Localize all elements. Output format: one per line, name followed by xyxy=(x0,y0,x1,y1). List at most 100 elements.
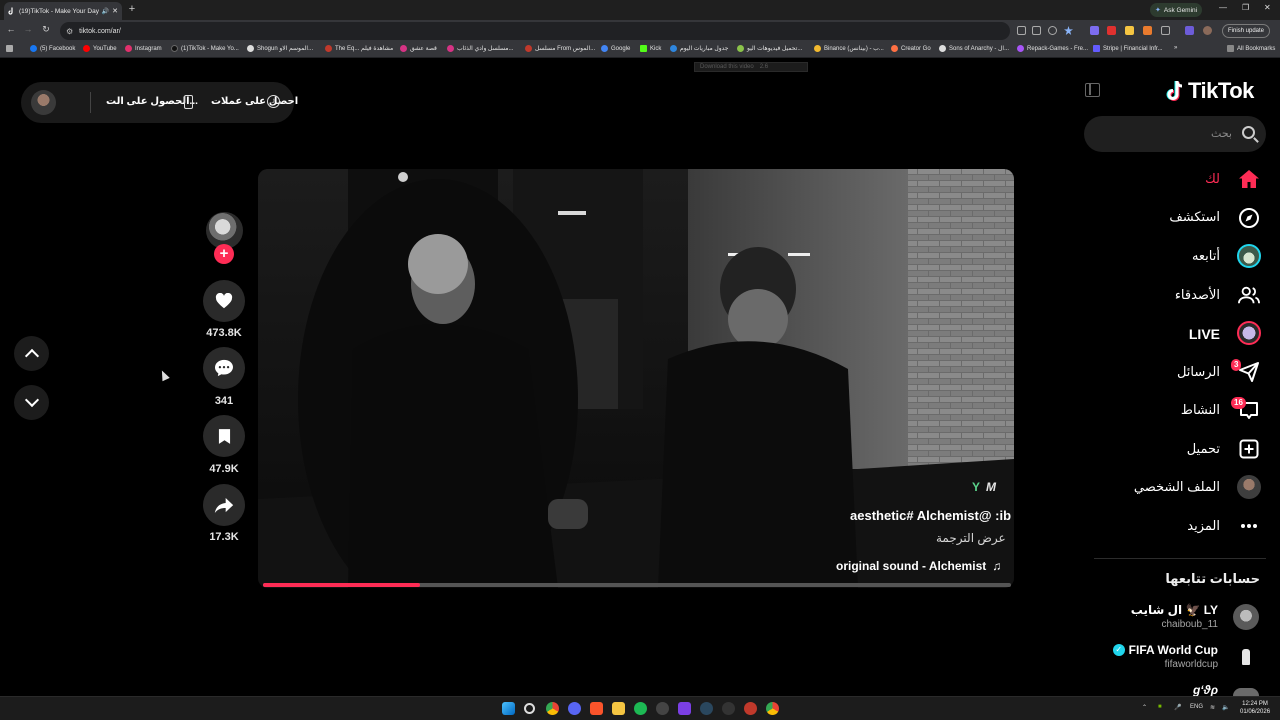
nav-more[interactable]: المزيد xyxy=(1187,518,1220,534)
app-icon-xbox[interactable] xyxy=(722,702,735,715)
bookmark-wadi[interactable]: مسلسل وادي الذئاب... xyxy=(447,45,514,52)
app-icon-record[interactable] xyxy=(744,702,757,715)
nav-friends[interactable]: الأصدقاء xyxy=(1175,287,1220,303)
audio-icon[interactable]: 🔊 xyxy=(102,8,109,15)
search-icon[interactable] xyxy=(1242,126,1255,139)
browser-tab[interactable]: (19)TikTok - Make Your Day 🔊 ✕ xyxy=(4,2,122,20)
more-icon[interactable] xyxy=(1237,514,1261,538)
see-translation-link[interactable]: عرض الترجمة xyxy=(936,531,1006,545)
bookmark-shogun[interactable]: Shogun الموسم الاو... xyxy=(247,45,313,52)
bookmark-tiktok[interactable]: (1)TikTok - Make Yo... xyxy=(171,45,239,52)
bookmark-repack-games[interactable]: Repack-Games - Fre... xyxy=(1017,45,1088,52)
cast-icon[interactable] xyxy=(1032,26,1041,35)
file-explorer-icon[interactable] xyxy=(612,702,625,715)
brave-icon[interactable] xyxy=(590,702,603,715)
tray-language[interactable]: ENG xyxy=(1190,704,1203,710)
bookmark-eshq[interactable]: قصة عشق xyxy=(400,45,437,52)
home-icon[interactable] xyxy=(1237,167,1261,191)
bookmark-matches[interactable]: جدول مباريات اليوم xyxy=(670,45,728,52)
new-tab-button[interactable]: + xyxy=(126,3,138,15)
live-icon[interactable] xyxy=(1237,321,1261,345)
spotify-icon[interactable] xyxy=(634,702,647,715)
address-bar[interactable]: ⚙ tiktok.com/ar/ xyxy=(60,22,1010,40)
following-avatar-icon[interactable] xyxy=(1237,244,1261,268)
bookmark-youtube[interactable]: YouTube xyxy=(83,45,117,52)
extension-5-icon[interactable] xyxy=(1185,26,1194,35)
account-avatar[interactable] xyxy=(1233,604,1259,630)
tray-nvidia-icon[interactable]: ■ xyxy=(1158,704,1162,710)
extensions-puzzle-icon[interactable] xyxy=(1161,26,1170,35)
site-settings-icon[interactable]: ⚙ xyxy=(66,27,73,36)
sidebar-collapse-icon[interactable] xyxy=(1085,83,1100,97)
apps-icon[interactable] xyxy=(6,45,13,52)
bookmark-kick[interactable]: Kick xyxy=(640,45,661,52)
share-button[interactable] xyxy=(203,484,245,526)
extension-2-icon[interactable] xyxy=(1107,26,1116,35)
finish-update-button[interactable]: Finish update xyxy=(1222,24,1271,38)
tiktok-logo[interactable]: TikTok xyxy=(1166,78,1254,104)
video-player[interactable] xyxy=(258,169,1014,588)
next-video-button[interactable] xyxy=(14,385,49,420)
coin-icon[interactable]: ♪ xyxy=(267,95,280,108)
account-handle[interactable]: chaiboub_11 xyxy=(1161,619,1218,630)
extension-1-icon[interactable] xyxy=(1090,26,1099,35)
all-bookmarks[interactable]: All Bookmarks xyxy=(1227,45,1275,52)
start-icon[interactable] xyxy=(502,702,515,715)
get-coins-label[interactable]: احصل على عملات xyxy=(211,96,298,107)
video-caption[interactable]: aesthetic# Alchemist@ :ib xyxy=(850,508,1011,523)
bookmark-binance[interactable]: Binance (بينانس) - ب... xyxy=(814,45,884,52)
tray-mic-icon[interactable]: 🎤 xyxy=(1174,704,1181,711)
chrome-icon[interactable] xyxy=(546,702,559,715)
bookmark-google[interactable]: Google xyxy=(601,45,630,52)
like-button[interactable] xyxy=(203,280,245,322)
bookmark-instagram[interactable]: Instagram xyxy=(125,45,162,52)
maximize-icon[interactable]: ❐ xyxy=(1242,3,1249,12)
app-icon-github[interactable] xyxy=(656,702,669,715)
nav-activity[interactable]: النشاط xyxy=(1181,402,1220,418)
bookmark-creator-go[interactable]: Creator Go xyxy=(891,45,931,52)
phone-icon[interactable] xyxy=(184,95,193,109)
reload-icon[interactable]: ↻ xyxy=(40,24,52,35)
nav-following[interactable]: أتابعه xyxy=(1192,248,1220,264)
account-name[interactable]: ✓ FIFA World Cup xyxy=(1112,643,1218,657)
bookmark-sons-of-anarchy[interactable]: Sons of Anarchy - ال... xyxy=(939,45,1009,52)
star-icon[interactable] xyxy=(1064,26,1073,35)
app-icon-media[interactable] xyxy=(678,702,691,715)
nav-upload[interactable]: تحميل xyxy=(1187,441,1220,457)
ask-gemini-button[interactable]: ✦ Ask Gemini xyxy=(1150,3,1203,17)
profile-avatar-icon[interactable] xyxy=(1237,475,1261,499)
minimize-icon[interactable]: — xyxy=(1219,3,1227,12)
search-taskbar-icon[interactable] xyxy=(524,703,535,714)
extension-4-icon[interactable] xyxy=(1143,26,1152,35)
nav-profile[interactable]: الملف الشخصي xyxy=(1134,479,1220,495)
extension-3-icon[interactable] xyxy=(1125,26,1134,35)
bookmark-stripe[interactable]: Stripe | Financial Infr... xyxy=(1093,45,1163,52)
app-icon-steam[interactable] xyxy=(700,702,713,715)
bookmark-from[interactable]: مسلسل From الموس... xyxy=(525,45,595,52)
taskbar-clock[interactable]: 12:24 PM 01/06/2026 xyxy=(1240,700,1270,716)
nav-for-you[interactable]: لك xyxy=(1205,171,1220,187)
bookmark-facebook[interactable]: (5) Facebook xyxy=(30,45,75,52)
nav-live[interactable]: LIVE xyxy=(1189,326,1220,342)
account-avatar[interactable] xyxy=(1233,688,1259,696)
account-handle[interactable]: fifaworldcup xyxy=(1165,659,1218,670)
follow-plus-icon[interactable]: + xyxy=(214,244,234,264)
forward-icon[interactable]: → xyxy=(22,24,34,34)
account-name[interactable]: ɡʻϑρ xyxy=(1193,683,1218,697)
chrome-profile-icon[interactable] xyxy=(766,702,779,715)
previous-video-button[interactable] xyxy=(14,336,49,371)
upload-icon[interactable] xyxy=(1237,437,1261,461)
tab-close-icon[interactable]: ✕ xyxy=(112,7,118,15)
bookmark-equalizer[interactable]: The Eq... مشاهدة فيلم xyxy=(325,45,393,52)
nav-explore[interactable]: استكشف xyxy=(1169,209,1220,225)
friends-icon[interactable] xyxy=(1237,283,1261,307)
discord-icon[interactable] xyxy=(568,702,581,715)
profile-icon[interactable] xyxy=(1203,26,1212,35)
more-bookmarks-icon[interactable]: » xyxy=(1174,45,1177,51)
compass-icon[interactable] xyxy=(1237,206,1261,230)
back-icon[interactable]: ← xyxy=(5,24,17,34)
search-box[interactable]: بحث xyxy=(1084,116,1266,152)
account-name[interactable]: ال شايب 🦅 LY xyxy=(1131,603,1218,617)
save-button[interactable] xyxy=(203,415,245,457)
nav-messages[interactable]: الرسائل xyxy=(1177,364,1220,380)
